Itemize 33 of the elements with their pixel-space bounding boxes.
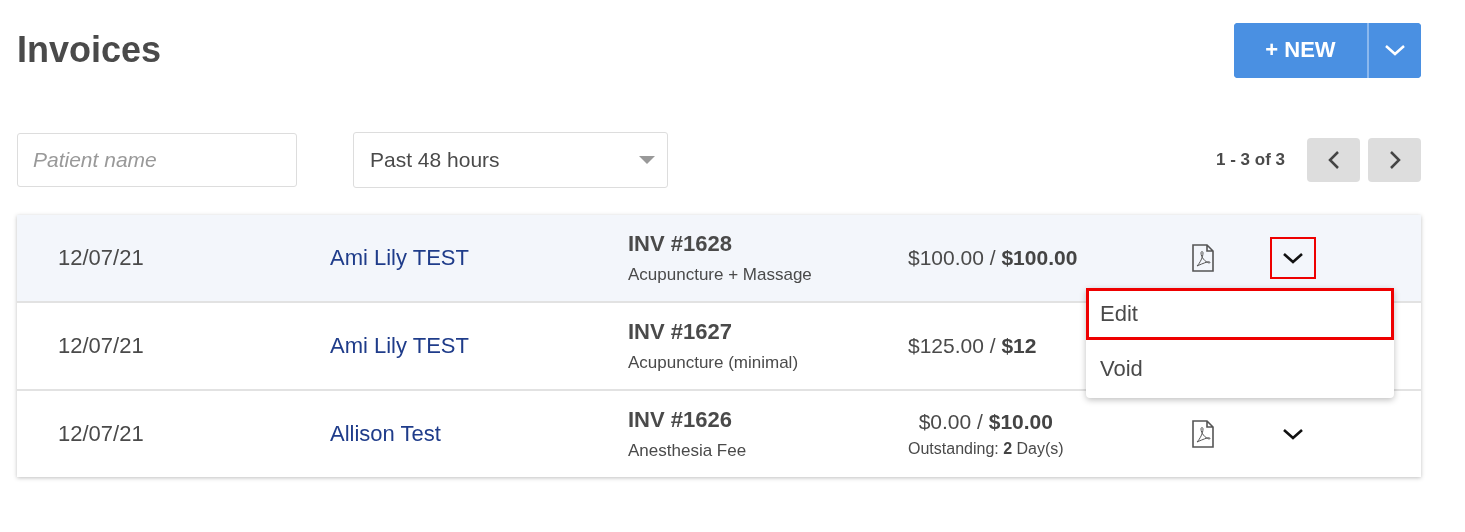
pdf-icon[interactable] xyxy=(1191,420,1215,448)
previous-page-button[interactable] xyxy=(1307,138,1360,182)
next-page-button[interactable] xyxy=(1368,138,1421,182)
chevron-down-icon xyxy=(1384,43,1406,57)
invoice-description: Anesthesia Fee xyxy=(628,441,748,461)
chevron-right-icon xyxy=(1388,150,1401,170)
chevron-down-icon xyxy=(1282,427,1304,441)
period-select[interactable]: Past 48 hours xyxy=(353,132,668,188)
invoice-number: INV #1628 xyxy=(628,231,733,257)
chevron-left-icon xyxy=(1327,150,1340,170)
caret-icon xyxy=(639,155,655,165)
patient-link[interactable]: Ami Lily TEST xyxy=(330,333,469,358)
page-title: Invoices xyxy=(17,29,162,71)
patient-link[interactable]: Allison Test xyxy=(330,421,441,446)
invoice-amount: $0.00 / $10.00 xyxy=(918,410,1053,434)
row-menu-button[interactable] xyxy=(1270,237,1316,279)
invoice-description: Acupuncture + Massage xyxy=(628,265,813,285)
invoice-amount: $100.00 / $100.00 xyxy=(908,246,1078,270)
outstanding-note: Outstanding: 2 Day(s) xyxy=(908,440,1064,458)
invoice-date: 12/07/21 xyxy=(58,421,144,446)
invoice-row[interactable]: 12/07/21 Allison Test INV #1626 Anesthesia Fee $0.00 / $10.00 Outstanding: 2 Day(s) xyxy=(17,391,1421,477)
page-range: 1 - 3 of 3 xyxy=(1216,150,1285,170)
invoice-description: Acupuncture (minimal) xyxy=(628,353,800,373)
menu-item[interactable]: Edit xyxy=(1086,288,1394,340)
chevron-down-icon xyxy=(1282,251,1304,265)
invoice-number: INV #1626 xyxy=(628,407,733,433)
patient-link[interactable]: Ami Lily TEST xyxy=(330,245,469,270)
pdf-icon[interactable] xyxy=(1191,244,1215,272)
patient-search-field[interactable]: Patient name xyxy=(17,133,297,187)
invoice-date: 12/07/21 xyxy=(58,245,144,270)
invoice-number: INV #1627 xyxy=(628,319,733,345)
invoice-date: 12/07/21 xyxy=(58,333,144,358)
invoice-amount: $125.00 / $12 xyxy=(908,334,1037,358)
